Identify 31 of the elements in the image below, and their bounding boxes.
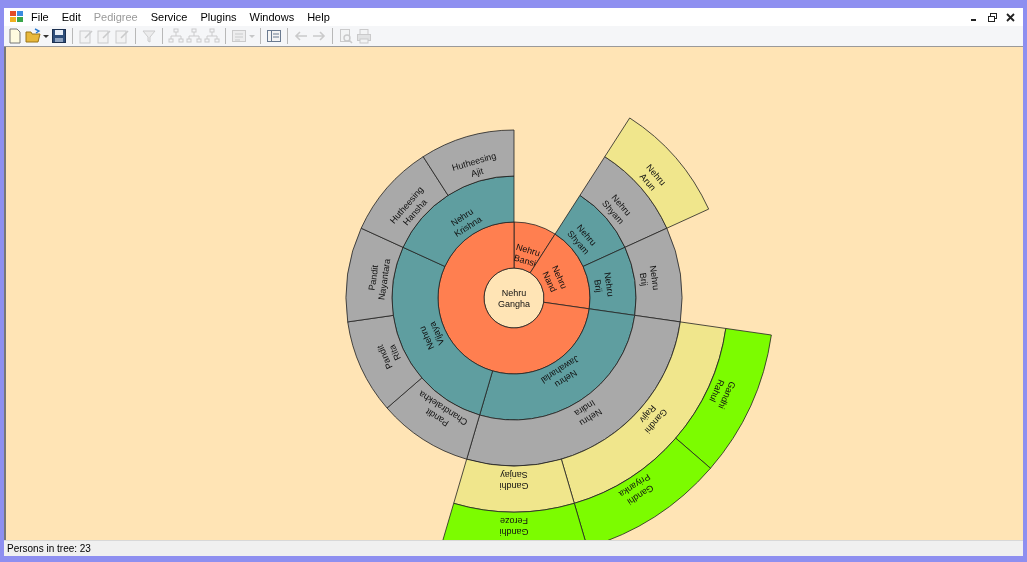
person-name: Nehru Nand: [540, 264, 570, 294]
person-segment[interactable]: [675, 328, 772, 469]
menu-item[interactable]: Edit: [56, 8, 86, 26]
person-name: Nehru Gangha: [498, 288, 530, 309]
folder-icon[interactable]: [25, 28, 41, 44]
person-name: Nehru Brij: [637, 264, 662, 291]
menu-item[interactable]: File: [26, 8, 54, 26]
restore-icon[interactable]: [988, 12, 997, 22]
person-name: Gandhi Feroze: [499, 516, 529, 537]
close-icon[interactable]: [1006, 12, 1015, 22]
person-segment[interactable]: [345, 227, 404, 323]
person-name: Nehru Brij: [592, 271, 616, 298]
person-segment[interactable]: [440, 502, 588, 540]
person-segment[interactable]: [624, 227, 683, 323]
status-text: Persons in tree: 23: [7, 542, 91, 556]
menu-item[interactable]: Windows: [244, 8, 300, 26]
menu-item[interactable]: Plugins: [195, 8, 242, 26]
person-name: Gandhi Sanjay: [499, 470, 529, 491]
person-segment[interactable]: [360, 156, 449, 248]
person-name: Nehru Vijaya: [417, 320, 447, 352]
person-segment[interactable]: [573, 437, 711, 540]
menu-item[interactable]: Help: [302, 8, 335, 26]
person-name: Nehru Bansi: [512, 241, 542, 269]
new-file-icon[interactable]: [7, 28, 23, 44]
person-segment[interactable]: [453, 458, 575, 513]
person-name: Pandit Nayantara: [366, 258, 393, 301]
panel-icon[interactable]: [266, 28, 282, 44]
person-segment[interactable]: [604, 117, 710, 229]
app-icon[interactable]: [10, 11, 23, 23]
person-segment[interactable]: [422, 129, 515, 196]
menu-item[interactable]: Service: [145, 8, 193, 26]
